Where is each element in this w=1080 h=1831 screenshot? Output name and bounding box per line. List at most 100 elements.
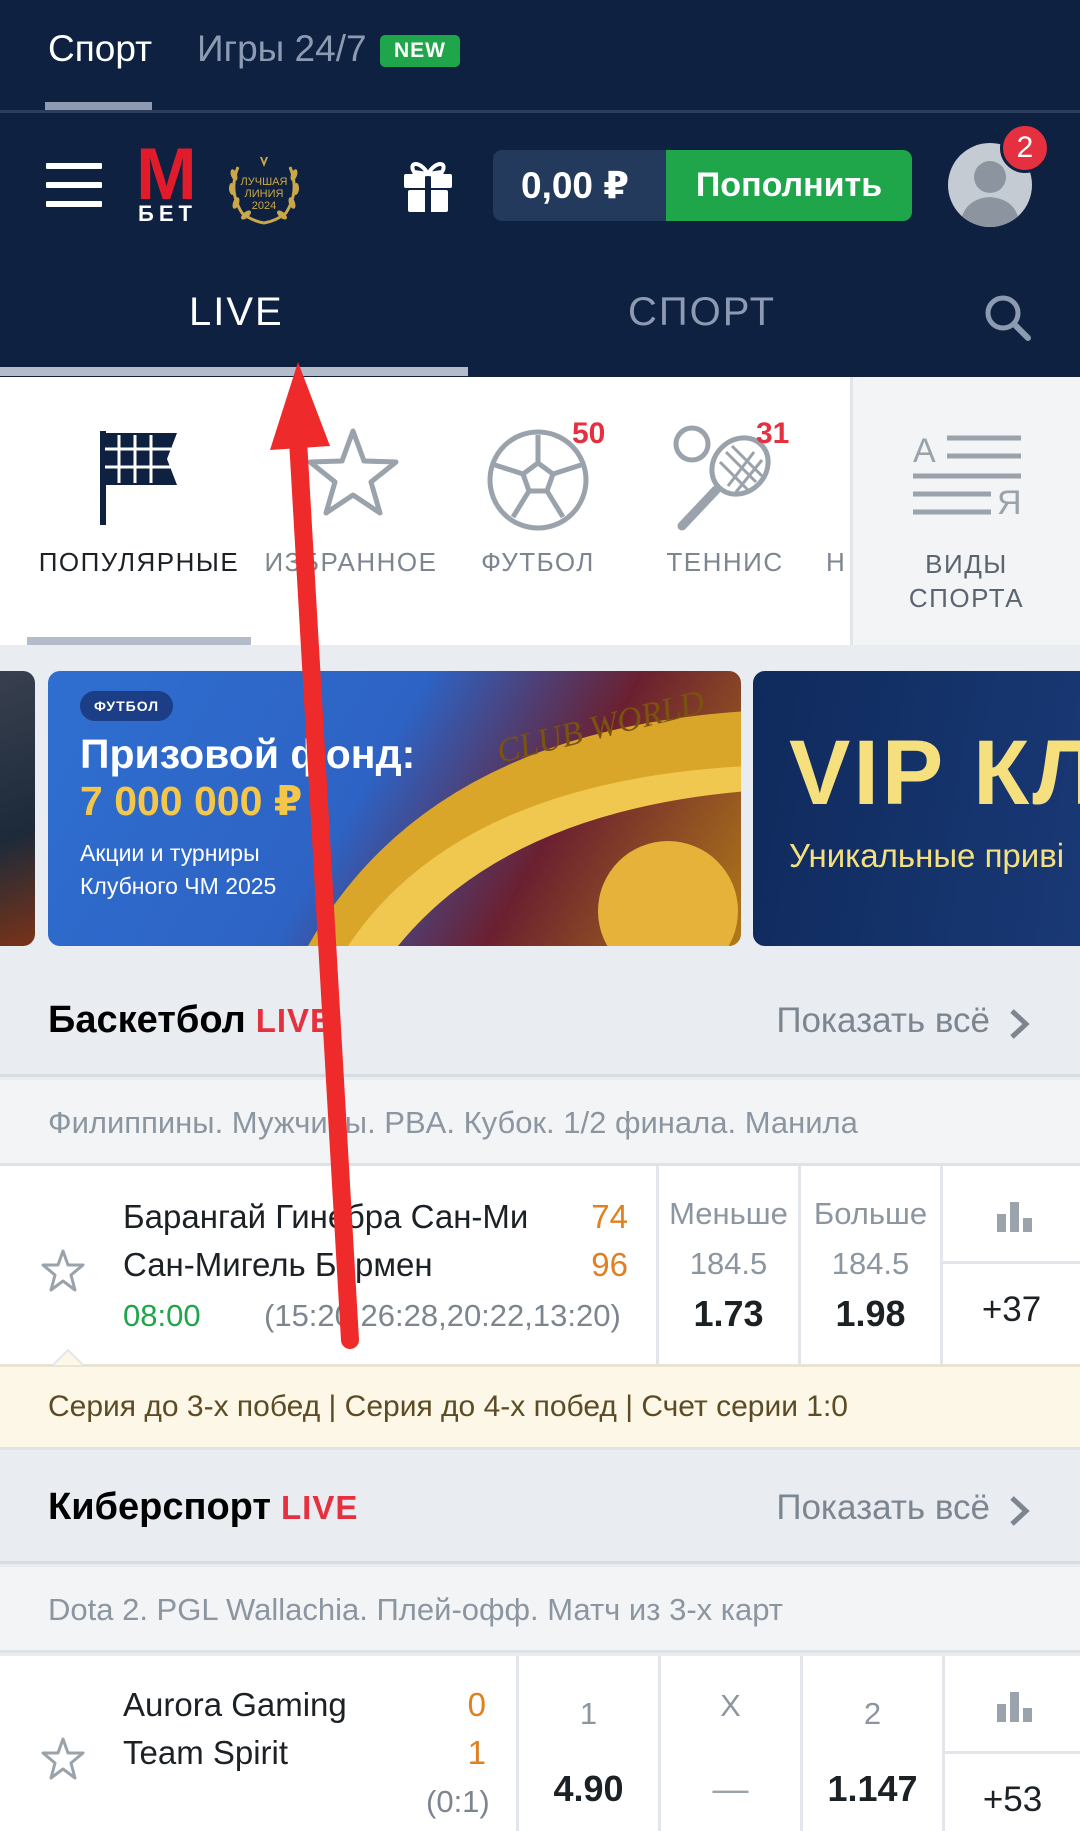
promo-carousel: CLUB WORLD ФУТБОЛ Призовой фонд: 7 000 0… bbox=[0, 645, 1080, 965]
score-away: 1 bbox=[467, 1734, 486, 1771]
more-markets[interactable]: +37 bbox=[940, 1166, 1080, 1364]
chip-label: ФУТБОЛ bbox=[481, 547, 595, 577]
star-icon bbox=[307, 428, 399, 516]
section-header-basketball: Баскетбол LIVE Показать всё bbox=[0, 965, 1080, 1077]
section-header-esports: Киберспорт LIVE Показать всё bbox=[0, 1452, 1080, 1564]
show-all-link[interactable]: Показать всё bbox=[776, 1001, 990, 1041]
section-title: Баскетбол LIVE bbox=[48, 999, 334, 1041]
odds-label: Больше bbox=[813, 1196, 928, 1231]
chip-popular[interactable]: ПОПУЛЯРНЫЕ bbox=[27, 377, 251, 645]
svg-text:Я: Я bbox=[997, 484, 1022, 516]
banner-tag: ФУТБОЛ bbox=[80, 691, 174, 721]
team-home: Барангай Гинебра Сан-Ми bbox=[123, 1198, 529, 1235]
chip-tennis[interactable]: 31 ТЕННИС bbox=[650, 377, 800, 645]
more-markets-count[interactable]: +53 bbox=[945, 1780, 1080, 1820]
menu-icon[interactable] bbox=[46, 163, 102, 207]
search-icon[interactable] bbox=[983, 293, 1033, 343]
chevron-right-icon[interactable] bbox=[1006, 1494, 1032, 1528]
chip-indicator bbox=[27, 637, 251, 645]
balance-display[interactable]: 0,00 ₽ bbox=[493, 150, 669, 221]
odds-home[interactable]: 1 4.90 bbox=[516, 1656, 658, 1831]
odds-value: 1.147 bbox=[827, 1768, 918, 1809]
banner-amount: 7 000 000 ₽ bbox=[80, 778, 303, 824]
odds-away[interactable]: 2 1.147 bbox=[800, 1656, 942, 1831]
vip-title: VIP КЛ bbox=[789, 722, 1080, 824]
chip-favorites[interactable]: ИЗБРАННОЕ bbox=[256, 377, 446, 645]
odds-line: 184.5 bbox=[689, 1246, 768, 1281]
chip-football[interactable]: 50 ФУТБОЛ bbox=[460, 377, 616, 645]
league-row[interactable]: Dota 2. PGL Wallachia. Плей-офф. Матч из… bbox=[0, 1567, 1080, 1653]
more-markets[interactable]: +53 bbox=[942, 1656, 1080, 1831]
series-info: Серия до 3-х побед | Серия до 4-х побед … bbox=[0, 1364, 1080, 1450]
count-badge: 50 bbox=[572, 417, 606, 450]
odds-label: 2 bbox=[863, 1696, 882, 1731]
all-sports-button[interactable]: А Я ВИДЫ СПОРТА bbox=[850, 377, 1080, 645]
match-time: 08:00 bbox=[123, 1298, 201, 1333]
period-scores: (15:20,26:28,20:22,13:20) bbox=[264, 1298, 621, 1333]
chip-label: Н bbox=[826, 547, 847, 577]
caret-up-icon bbox=[52, 1348, 84, 1366]
odds-over[interactable]: Больше 184.5 1.98 bbox=[798, 1166, 940, 1364]
top-tab-indicator bbox=[45, 102, 152, 110]
event-row[interactable]: Барангай Гинебра Сан-Ми 74 Сан-Мигель Би… bbox=[0, 1166, 1080, 1364]
stats-icon[interactable] bbox=[997, 1202, 1033, 1232]
odds-label: 1 bbox=[579, 1696, 598, 1731]
logo-text: БЕТ bbox=[138, 201, 197, 226]
odds-label: Меньше bbox=[669, 1196, 788, 1231]
show-all-link[interactable]: Показать всё bbox=[776, 1488, 990, 1528]
chevron-right-icon[interactable] bbox=[1006, 1007, 1032, 1041]
more-markets-count[interactable]: +37 bbox=[943, 1290, 1080, 1330]
deposit-button[interactable]: Пополнить bbox=[666, 150, 912, 221]
odds-value: 4.90 bbox=[553, 1768, 624, 1809]
period-scores: (0:1) bbox=[426, 1784, 490, 1819]
score-home: 0 bbox=[467, 1686, 486, 1723]
header: M БЕТ ЛУЧШАЯ ЛИНИЯ 2024 0,00 ₽ Пополнить bbox=[0, 113, 1080, 377]
team-away: Сан-Мигель Бирмен bbox=[123, 1246, 433, 1283]
notification-badge[interactable]: 2 bbox=[1000, 123, 1050, 173]
league-row[interactable]: Филиппины. Мужчины. PBA. Кубок. 1/2 фина… bbox=[0, 1080, 1080, 1166]
odds-label: X bbox=[720, 1688, 741, 1723]
chip-next[interactable]: Н bbox=[826, 377, 850, 645]
tab-games[interactable]: Игры 24/7 bbox=[197, 28, 367, 70]
star-icon[interactable] bbox=[40, 1736, 86, 1782]
odds-line: 184.5 bbox=[831, 1246, 910, 1281]
event-row[interactable]: Aurora Gaming 0 Team Spirit 1 (0:1) 1 4.… bbox=[0, 1656, 1080, 1831]
top-switcher: Спорт Игры 24/7 NEW bbox=[0, 0, 1080, 113]
sport-categories: ПОПУЛЯРНЫЕ ИЗБРАННОЕ 50 ФУТБОЛ 31 ТЕННИС… bbox=[0, 377, 1080, 645]
odds-value: 1.73 bbox=[693, 1293, 764, 1334]
trophy-image: CLUB WORLD bbox=[308, 683, 741, 946]
active-tab-indicator bbox=[0, 367, 468, 376]
banner-title: Призовой фонд: bbox=[80, 731, 416, 777]
gift-icon[interactable] bbox=[402, 158, 454, 214]
chip-label: ИЗБРАННОЕ bbox=[264, 547, 438, 577]
odds-value: — bbox=[712, 1768, 749, 1809]
banner-club-world-cup[interactable]: CLUB WORLD ФУТБОЛ Призовой фонд: 7 000 0… bbox=[48, 671, 741, 946]
tab-live[interactable]: LIVE bbox=[189, 290, 284, 335]
banner-prev[interactable] bbox=[0, 671, 35, 946]
flag-icon bbox=[100, 431, 177, 525]
divider bbox=[945, 1751, 1080, 1754]
count-badge: 31 bbox=[756, 417, 790, 450]
banner-subtitle: Акции и турниры Клубного ЧМ 2025 bbox=[80, 840, 277, 899]
chip-label: ТЕННИС bbox=[666, 547, 784, 577]
vip-subtitle: Уникальные приві bbox=[789, 837, 1065, 874]
divider bbox=[943, 1261, 1080, 1264]
stats-icon[interactable] bbox=[997, 1692, 1033, 1722]
team-away: Team Spirit bbox=[123, 1734, 289, 1771]
new-badge: NEW bbox=[380, 35, 460, 67]
odds-draw[interactable]: X — bbox=[658, 1656, 800, 1831]
banner-vip[interactable]: VIP КЛ Уникальные приві bbox=[753, 671, 1080, 946]
section-title: Киберспорт LIVE bbox=[48, 1486, 359, 1528]
all-sports-label: ВИДЫ СПОРТА bbox=[908, 549, 1025, 613]
tab-sport[interactable]: СПОРТ bbox=[628, 290, 776, 335]
score-home: 74 bbox=[591, 1198, 628, 1235]
a-z-list-icon: А Я bbox=[913, 432, 1022, 516]
svg-text:А: А bbox=[913, 432, 936, 470]
team-home: Aurora Gaming bbox=[123, 1686, 347, 1723]
award-text: ЛУЧШАЯ ЛИНИЯ 2024 bbox=[240, 176, 288, 212]
odds-under[interactable]: Меньше 184.5 1.73 bbox=[656, 1166, 798, 1364]
odds-value: 1.98 bbox=[835, 1293, 906, 1334]
star-icon[interactable] bbox=[40, 1248, 86, 1294]
tab-sport-top[interactable]: Спорт bbox=[48, 28, 152, 70]
chip-label: ПОПУЛЯРНЫЕ bbox=[38, 547, 240, 577]
